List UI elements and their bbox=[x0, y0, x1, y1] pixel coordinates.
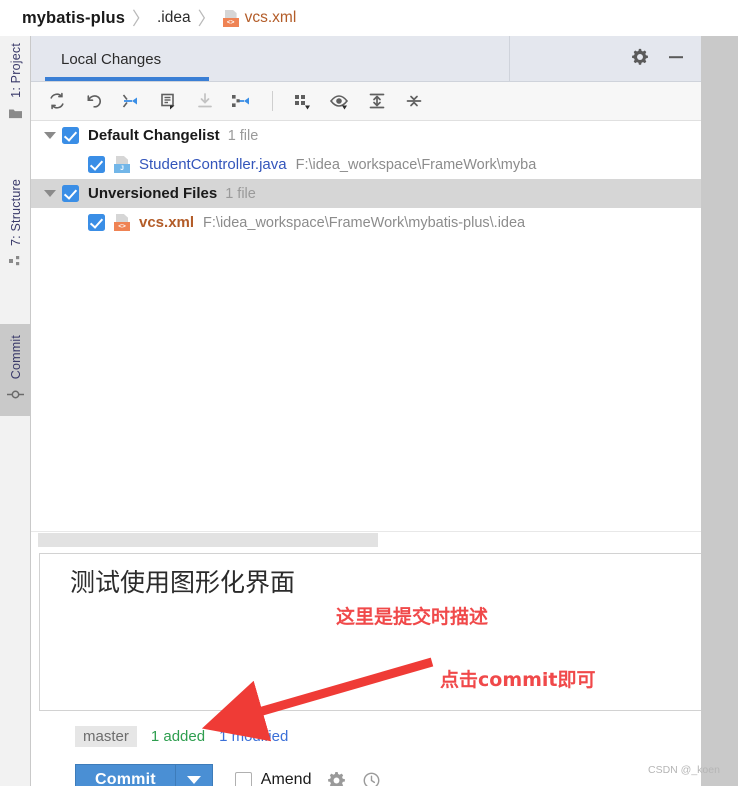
collapse-all-button[interactable] bbox=[401, 88, 427, 114]
sidebar-item-structure-label: 7: Structure bbox=[8, 179, 23, 247]
tab-local-changes-label: Local Changes bbox=[61, 50, 162, 68]
preview-diff-button[interactable] bbox=[327, 88, 353, 114]
local-changes-panel: Local Changes Default Changelist 1 file … bbox=[31, 36, 701, 786]
folder-icon bbox=[8, 107, 23, 125]
toolbar-separator bbox=[272, 91, 273, 111]
breadcrumb: mybatis-plus 〉 .idea 〉 <> vcs.xml bbox=[0, 0, 738, 36]
changes-toolbar bbox=[31, 82, 701, 121]
tree-group-row[interactable]: Unversioned Files 1 file bbox=[31, 179, 701, 208]
commit-message-input[interactable]: 测试使用图形化界面 这里是提交时描述 bbox=[39, 553, 701, 711]
panel-tab-header: Local Changes bbox=[31, 36, 701, 82]
gear-icon[interactable] bbox=[327, 771, 346, 786]
tree-horizontal-scrollbar[interactable] bbox=[31, 531, 701, 548]
header-actions bbox=[631, 36, 685, 82]
added-count: 1 added bbox=[150, 728, 206, 745]
tree-group-label: Default Changelist bbox=[88, 127, 220, 144]
sidebar-item-commit-label: Commit bbox=[8, 335, 23, 380]
sidebar-item-commit[interactable]: Commit bbox=[0, 324, 31, 417]
tree-group-count: 1 file bbox=[227, 127, 259, 144]
tree-file-name: vcs.xml bbox=[139, 214, 195, 231]
breadcrumb-separator-2: 〉 bbox=[197, 9, 216, 29]
breadcrumb-separator-1: 〉 bbox=[131, 9, 150, 29]
structure-icon bbox=[8, 255, 23, 273]
xml-file-badge: <> bbox=[114, 222, 130, 231]
tree-file-path: F:\idea_workspace\FrameWork\mybatis-plus… bbox=[203, 214, 526, 231]
file-checkbox[interactable] bbox=[88, 214, 105, 231]
breadcrumb-folder[interactable]: .idea bbox=[157, 9, 191, 27]
branch-chip: master bbox=[75, 726, 137, 747]
java-file-icon: J bbox=[114, 156, 131, 173]
changes-tree[interactable]: Default Changelist 1 file J StudentContr… bbox=[31, 121, 701, 531]
amend-label: Amend bbox=[260, 771, 312, 786]
tree-file-row[interactable]: J StudentController.java F:\idea_workspa… bbox=[31, 150, 701, 179]
rollback-button[interactable] bbox=[81, 88, 107, 114]
shelve-silently-button[interactable] bbox=[118, 88, 144, 114]
xml-file-icon: <> bbox=[114, 214, 131, 231]
tree-group-label: Unversioned Files bbox=[88, 185, 218, 202]
chevron-down-icon[interactable] bbox=[176, 764, 212, 786]
sidebar-item-project[interactable]: 1: Project bbox=[0, 40, 31, 125]
clock-icon[interactable] bbox=[362, 771, 381, 786]
sidebar-item-project-label: 1: Project bbox=[8, 43, 23, 98]
group-checkbox[interactable] bbox=[62, 185, 79, 202]
chevron-down-icon[interactable] bbox=[43, 129, 56, 142]
tree-group-row[interactable]: Default Changelist 1 file bbox=[31, 121, 701, 150]
file-checkbox[interactable] bbox=[88, 156, 105, 173]
breadcrumb-project[interactable]: mybatis-plus bbox=[22, 9, 125, 28]
commit-button[interactable]: Commit bbox=[75, 764, 213, 786]
sidebar-item-structure[interactable]: 7: Structure bbox=[0, 176, 31, 273]
chevron-down-icon[interactable] bbox=[43, 187, 56, 200]
minimize-icon[interactable] bbox=[667, 48, 685, 71]
commit-icon bbox=[7, 388, 24, 406]
commit-bottom-bar: master 1 added 1 modified Commit Amend bbox=[39, 712, 701, 786]
amend-control[interactable]: Amend bbox=[234, 771, 312, 786]
branch-status-row: master 1 added 1 modified bbox=[75, 726, 288, 747]
tab-local-changes[interactable]: Local Changes bbox=[45, 36, 177, 82]
group-by-button[interactable] bbox=[290, 88, 316, 114]
breadcrumb-file[interactable]: vcs.xml bbox=[245, 9, 297, 27]
tree-file-name: StudentController.java bbox=[139, 156, 287, 173]
scrollbar-thumb[interactable] bbox=[38, 533, 378, 547]
annotation-description-note: 这里是提交时描述 bbox=[336, 606, 489, 628]
tree-group-count: 1 file bbox=[225, 185, 256, 202]
expand-all-button[interactable] bbox=[364, 88, 390, 114]
modified-count: 1 modified bbox=[219, 728, 289, 745]
commit-button-label: Commit bbox=[95, 771, 156, 786]
create-patch-button[interactable] bbox=[155, 88, 181, 114]
header-divider bbox=[509, 36, 510, 82]
commit-message-text: 测试使用图形化界面 bbox=[70, 568, 296, 597]
tab-active-underline bbox=[45, 77, 209, 81]
idea-commit-window: mybatis-plus 〉 .idea 〉 <> vcs.xml 1: Pro… bbox=[0, 0, 738, 786]
java-file-badge: J bbox=[114, 164, 130, 173]
tool-window-strip: 1: Project 7: Structure Commit bbox=[0, 36, 31, 786]
xml-file-icon: <> bbox=[222, 9, 240, 27]
refresh-button[interactable] bbox=[44, 88, 70, 114]
commit-controls-row: Commit Amend bbox=[75, 764, 381, 786]
tree-file-path: F:\idea_workspace\FrameWork\myba bbox=[295, 156, 537, 173]
get-from-vcs-button[interactable] bbox=[192, 88, 218, 114]
group-checkbox[interactable] bbox=[62, 127, 79, 144]
tree-file-row[interactable]: <> vcs.xml F:\idea_workspace\FrameWork\m… bbox=[31, 208, 701, 237]
amend-checkbox[interactable] bbox=[234, 771, 252, 786]
right-gutter bbox=[701, 36, 738, 786]
move-to-changelist-button[interactable] bbox=[229, 88, 255, 114]
gear-icon[interactable] bbox=[631, 48, 649, 71]
